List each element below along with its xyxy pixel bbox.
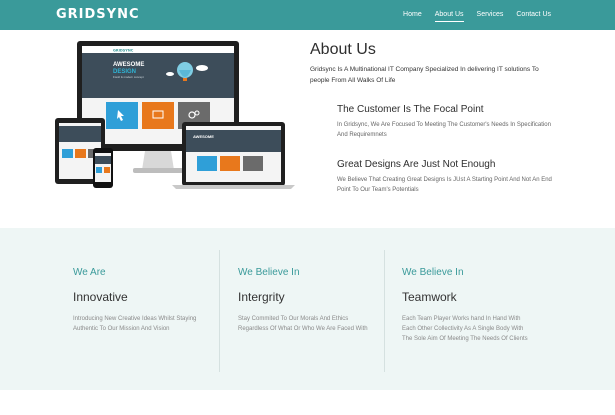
value-divider [219, 250, 220, 372]
about-intro: Gridsync Is A Multinational IT Company S… [310, 66, 539, 84]
svg-text:AWESOME: AWESOME [193, 134, 214, 139]
nav-link-services[interactable]: Services [477, 0, 504, 30]
value-kicker: We Are [73, 267, 106, 278]
feature-text-customer: In Gridsync, We Are Focused To Meeting T… [337, 122, 551, 138]
value-heading: Innovative [73, 290, 128, 304]
value-heading: Intergrity [238, 290, 285, 304]
nav-link-contact-us[interactable]: Contact Us [516, 0, 551, 30]
responsive-devices-illustration: GRIDSYNC AWESOME DESIGN Fresh & modern c… [55, 41, 295, 189]
value-text: Stay Commited To Our Morals And Ethics R… [238, 316, 368, 332]
value-divider [384, 250, 385, 372]
svg-text:Fresh & modern concept: Fresh & modern concept [113, 75, 144, 79]
value-card-teamwork: We Believe In Teamwork Each Team Player … [402, 250, 552, 372]
value-card-innovative: We Are Innovative Introducing New Creati… [73, 250, 223, 372]
feature-title-designs: Great Designs Are Just Not Enough [337, 159, 496, 170]
value-kicker: We Believe In [238, 267, 300, 278]
value-heading: Teamwork [402, 290, 457, 304]
smartphone-icon [93, 148, 113, 188]
laptop-icon: AWESOME [172, 122, 295, 189]
nav-link-home[interactable]: Home [403, 0, 422, 30]
top-navbar: GRIDSYNC Home About Us Services Contact … [0, 0, 615, 30]
value-text: Each Team Player Works hand In Hand With… [402, 316, 528, 342]
feature-text-designs: We Believe That Creating Great Designs I… [337, 177, 552, 193]
value-kicker: We Believe In [402, 267, 464, 278]
nav-link-about-us[interactable]: About Us [434, 0, 464, 30]
value-card-integrity: We Believe In Intergrity Stay Commited T… [238, 250, 388, 372]
feature-title-customer: The Customer Is The Focal Point [337, 104, 484, 115]
svg-text:GRIDSYNC: GRIDSYNC [113, 49, 134, 53]
svg-text:AWESOME: AWESOME [113, 62, 144, 68]
nav-links: Home About Us Services Contact Us [390, 0, 551, 30]
brand-logo[interactable]: GRIDSYNC [56, 7, 140, 22]
values-section: We Are Innovative Introducing New Creati… [0, 228, 615, 390]
about-title: About Us [310, 41, 376, 58]
value-text: Introducing New Creative Ideas Whilst St… [73, 316, 197, 332]
footer-strip [0, 390, 615, 415]
